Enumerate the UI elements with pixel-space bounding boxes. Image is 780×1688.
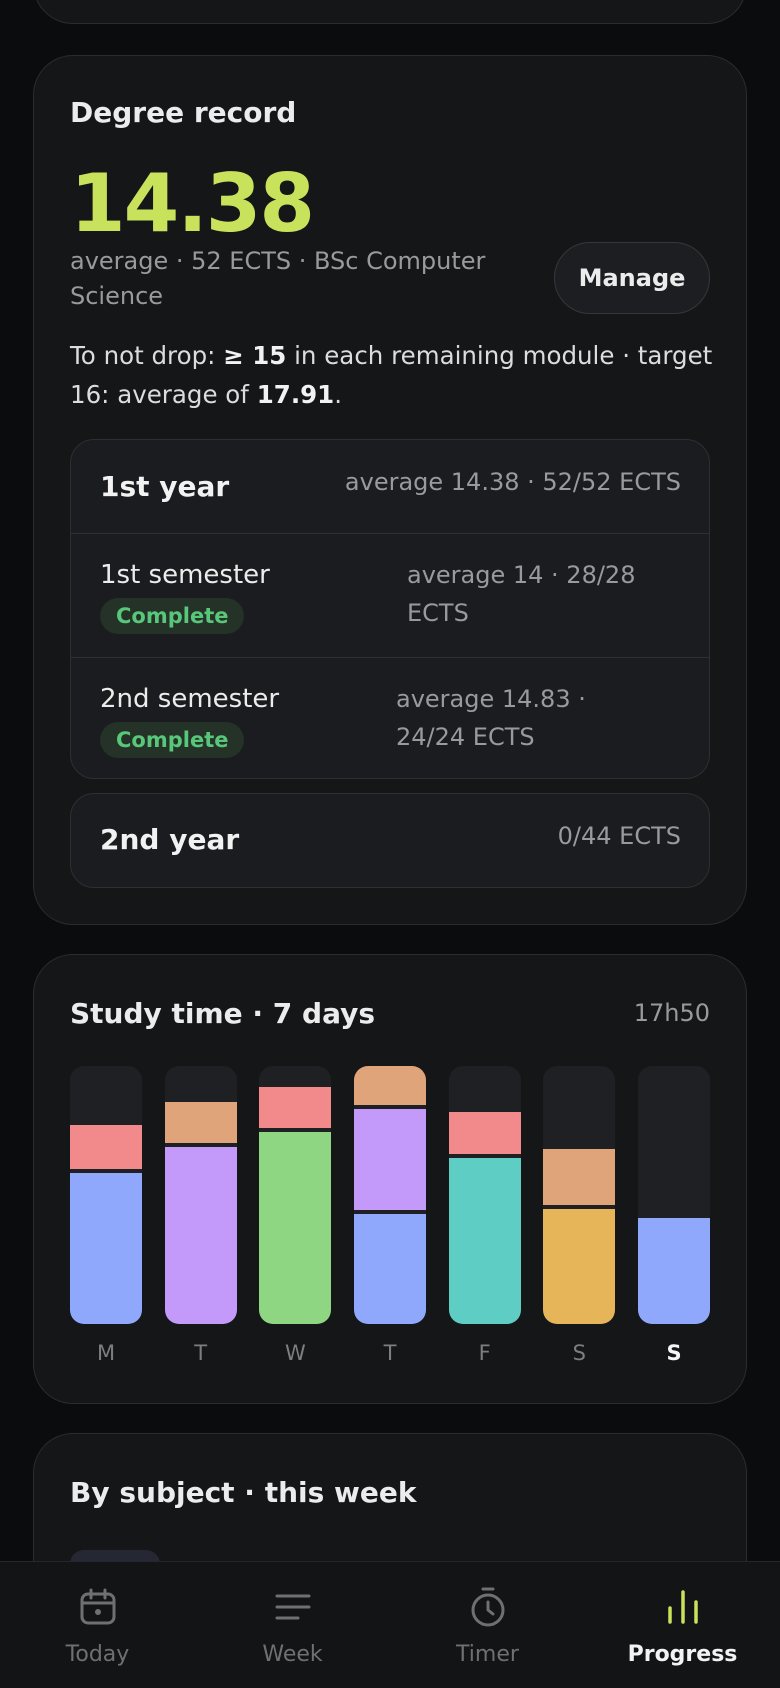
year-1-group: 1st year average 14.38 · 52/52 ECTS 1st … [70, 439, 710, 779]
bar-segment [543, 1209, 616, 1324]
year-name: 1st year [100, 470, 230, 503]
bar-segment [638, 1218, 710, 1324]
drop-threshold: ≥ 15 [223, 341, 287, 370]
bar-segment [70, 1125, 142, 1170]
day-label: F [478, 1341, 491, 1365]
semester-row[interactable]: 1st semester Complete average 14 · 28/28… [71, 534, 709, 658]
bottom-nav: Today Week Timer Progress [0, 1561, 780, 1688]
study-time-title: Study time · 7 days [70, 997, 376, 1030]
degree-record-title: Degree record [70, 96, 297, 129]
bar-segment [70, 1173, 142, 1324]
bar-segment [354, 1066, 426, 1105]
year-meta: average 14.38 · 52/52 ECTS [344, 468, 681, 496]
bar-segment [164, 1102, 237, 1144]
bar-segment [354, 1214, 426, 1324]
day-label: S [572, 1341, 586, 1365]
bar-day-5 [543, 1066, 616, 1324]
semester-meta: average 14.83 · 24/24 ECTS [396, 685, 586, 751]
study-time-chart [70, 1066, 710, 1324]
drop-target-average: 17.91 [256, 380, 335, 409]
bar-segment [543, 1148, 616, 1206]
bar-day-3 [354, 1066, 426, 1324]
semester-name: 1st semester [100, 560, 270, 590]
semester-name: 2nd semester [100, 684, 280, 714]
study-time-total: 17h50 [633, 999, 710, 1027]
by-subject-title: By subject · this week [70, 1476, 417, 1509]
nav-label: Week [262, 1642, 323, 1667]
nav-label: Timer [456, 1642, 519, 1667]
bar-day-4 [448, 1066, 521, 1324]
bar-segment [259, 1131, 332, 1324]
study-time-card: Study time · 7 days 17h50 M T W T F S S [33, 954, 747, 1404]
bar-segment [259, 1086, 332, 1128]
drop-requirement-text: To not drop: ≥ 15 in each remaining modu… [70, 341, 713, 409]
bar-segment [448, 1157, 521, 1324]
semester-row[interactable]: 2nd semester Complete average 14.83 · 24… [71, 658, 709, 778]
bar-day-6 [638, 1066, 710, 1324]
manage-button[interactable]: Manage [554, 242, 710, 314]
day-label: W [284, 1341, 306, 1365]
day-label: T [194, 1341, 208, 1365]
day-label: T [383, 1341, 397, 1365]
nav-label: Progress [627, 1642, 738, 1667]
bar-chart-icon [667, 1590, 698, 1624]
year-name: 2nd year [100, 823, 240, 856]
stopwatch-icon [471, 1587, 504, 1627]
day-label: M [96, 1341, 116, 1365]
bar-day-0 [70, 1066, 142, 1324]
degree-record-card: Degree record 14.38 average · 52 ECTS · … [33, 55, 747, 925]
nav-item-week[interactable]: Week [195, 1562, 390, 1688]
degree-average: 14.38 [70, 157, 315, 250]
nav-item-timer[interactable]: Timer [390, 1562, 585, 1688]
nav-item-progress[interactable]: Progress [585, 1562, 780, 1688]
year-2-group[interactable]: 2nd year 0/44 ECTS [70, 793, 710, 888]
list-icon [275, 1594, 310, 1620]
degree-summary: average · 52 ECTS · BSc Computer Science [70, 247, 486, 310]
bar-segment [354, 1108, 426, 1211]
year-1-header[interactable]: 1st year average 14.38 · 52/52 ECTS [71, 440, 709, 534]
semester-meta: average 14 · 28/28 ECTS [407, 561, 636, 627]
year-meta: 0/44 ECTS [557, 822, 681, 850]
nav-label: Today [65, 1642, 130, 1667]
calendar-icon [80, 1588, 115, 1625]
bar-day-2 [259, 1066, 332, 1324]
bar-segment [448, 1112, 521, 1154]
bar-day-1 [164, 1066, 237, 1324]
bar-segment [164, 1147, 237, 1324]
status-badge: Complete [100, 598, 245, 634]
day-label: S [666, 1341, 682, 1365]
status-badge: Complete [100, 722, 245, 758]
previous-card [33, 0, 747, 24]
nav-item-today[interactable]: Today [0, 1562, 195, 1688]
